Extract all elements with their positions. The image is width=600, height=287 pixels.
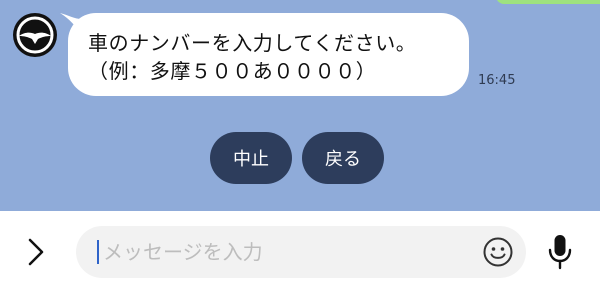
message-input-container[interactable]: [76, 226, 526, 278]
bird-logo-icon: [16, 16, 54, 54]
back-quick-reply-button[interactable]: 戻る: [302, 132, 384, 184]
message-input[interactable]: [103, 234, 473, 270]
message-timestamp: 16:45: [478, 73, 516, 88]
message-line-2: （例：多摩５００あ００００）: [88, 59, 377, 83]
chevron-right-icon: [28, 238, 44, 266]
avatar[interactable]: [13, 13, 57, 57]
expand-menu-button[interactable]: [22, 235, 50, 269]
cancel-quick-reply-button[interactable]: 中止: [210, 132, 292, 184]
text-caret: [97, 240, 99, 264]
message-bubble: 車のナンバーを入力してください。 （例：多摩５００あ００００）: [68, 13, 469, 96]
sent-message-bubble-edge: [496, 0, 600, 4]
smiley-icon[interactable]: [482, 236, 514, 268]
chat-area: 車のナンバーを入力してください。 （例：多摩５００あ００００） 16:45 中止…: [0, 0, 600, 211]
input-bar: [0, 211, 600, 287]
message-line-1: 車のナンバーを入力してください。: [88, 31, 417, 55]
microphone-icon[interactable]: [546, 233, 574, 271]
